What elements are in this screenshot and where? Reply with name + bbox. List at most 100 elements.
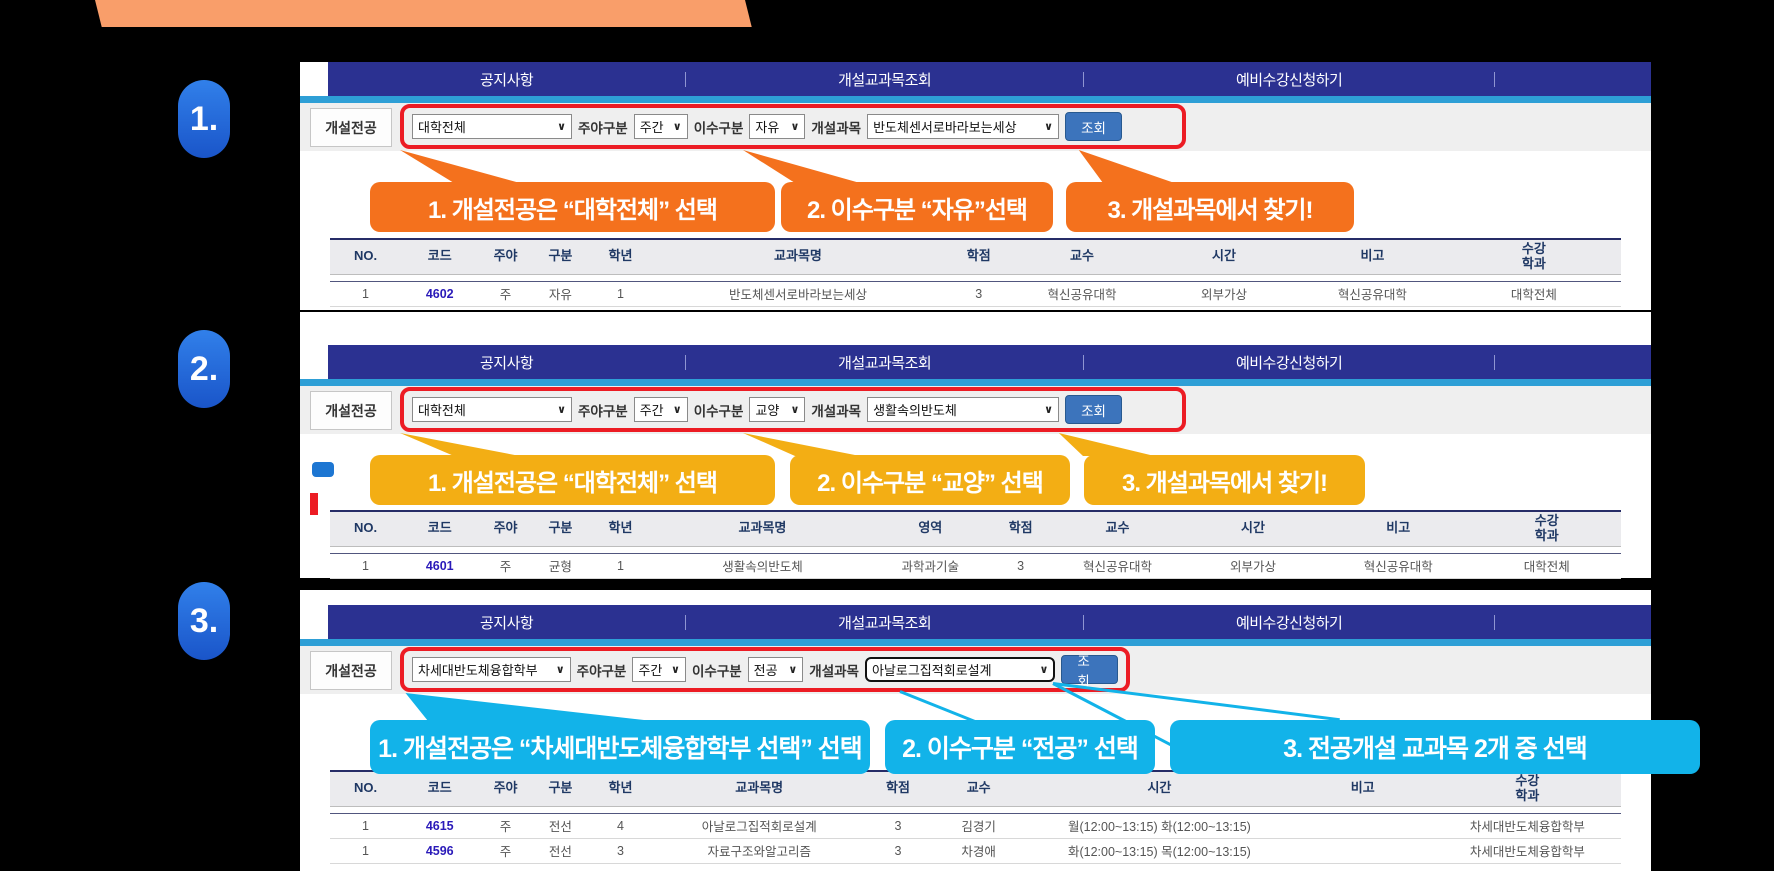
step-badge-3: 3. bbox=[178, 582, 230, 660]
col-header: 코드 bbox=[401, 771, 478, 806]
table-cell: 자유 bbox=[533, 281, 589, 306]
daynight-label: 주야구분 bbox=[577, 660, 627, 680]
callout-tail bbox=[1050, 433, 1160, 456]
filter-bar: 개설전공 차세대반도체융합학부∨ 주야구분 주간∨ 이수구분 전공∨ 개설과목 … bbox=[300, 646, 1651, 694]
table-cell: 대학전체 bbox=[1447, 281, 1621, 306]
col-header: NO. bbox=[330, 239, 401, 274]
tab-open-courses[interactable]: 개설교과목조회 bbox=[686, 352, 1083, 373]
chevron-down-icon: ∨ bbox=[673, 403, 682, 416]
subject-label: 개설과목 bbox=[811, 117, 861, 137]
col-header: 비고 bbox=[1324, 511, 1472, 546]
table-cell: 혁신공유대학 bbox=[1324, 553, 1472, 578]
search-button[interactable]: 조회 bbox=[1065, 395, 1122, 424]
results-table: NO. 코드 주야 구분 학년 교과목명 영역 학점 교수 시간 비고 수강 학… bbox=[330, 510, 1621, 579]
table-cell: 반도체센서로바라보는세상 bbox=[653, 281, 943, 306]
callout-2: 2. 이수구분 “전공” 선택 bbox=[885, 720, 1155, 774]
table-cell: 주 bbox=[478, 281, 532, 306]
major-filter-label: 개설전공 bbox=[310, 651, 392, 690]
daynight-select[interactable]: 주간∨ bbox=[632, 657, 686, 682]
table-cell: 혁신공유대학 bbox=[1014, 281, 1150, 306]
callout-1: 1. 개설전공은 “차세대반도체융합학부 선택” 선택 bbox=[370, 720, 870, 774]
table-cell: 김경기 bbox=[930, 813, 1027, 838]
tab-notice[interactable]: 공지사항 bbox=[328, 612, 685, 633]
search-button[interactable]: 조회 bbox=[1061, 655, 1118, 684]
callout-1: 1. 개설전공은 “대학전체” 선택 bbox=[370, 455, 775, 505]
daynight-select[interactable]: 주간∨ bbox=[634, 114, 688, 139]
table-cell: 3 bbox=[943, 281, 1014, 306]
nav-tab-bar: 공지사항 개설교과목조회 예비수강신청하기 bbox=[328, 605, 1651, 639]
completion-select[interactable]: 자유∨ bbox=[749, 114, 805, 139]
col-header: 주야 bbox=[478, 771, 532, 806]
subject-select[interactable]: 생활속의반도체∨ bbox=[867, 397, 1059, 422]
col-header: NO. bbox=[330, 771, 401, 806]
callout-tail bbox=[403, 693, 653, 721]
spacer-row bbox=[330, 274, 1621, 281]
callout-2: 2. 이수구분 “교양” 선택 bbox=[790, 455, 1070, 505]
col-header: 구분 bbox=[533, 771, 589, 806]
col-header: 학점 bbox=[988, 511, 1053, 546]
header-underline bbox=[300, 96, 1651, 103]
col-header: 주야 bbox=[478, 511, 532, 546]
table-cell bbox=[1292, 813, 1434, 838]
col-header: 수강 학과 bbox=[1447, 239, 1621, 274]
filter-highlight-box: 대학전체∨ 주야구분 주간∨ 이수구분 교양∨ 개설과목 생활속의반도체∨ 조회 bbox=[400, 387, 1186, 432]
table-cell: 자료구조와알고리즘 bbox=[653, 838, 866, 863]
table-cell: 혁신공유대학 bbox=[1053, 553, 1182, 578]
col-header: 교수 bbox=[1053, 511, 1182, 546]
course-code-cell[interactable]: 4602 bbox=[401, 281, 478, 306]
table-cell: 외부가상 bbox=[1150, 281, 1298, 306]
tab-notice[interactable]: 공지사항 bbox=[328, 352, 685, 373]
completion-select[interactable]: 교양∨ bbox=[749, 397, 805, 422]
tab-open-courses[interactable]: 개설교과목조회 bbox=[686, 69, 1083, 90]
search-button[interactable]: 조회 bbox=[1065, 112, 1122, 141]
subject-select[interactable]: 반도체센서로바라보는세상∨ bbox=[867, 114, 1059, 139]
col-header: 비고 bbox=[1298, 239, 1446, 274]
spacer-row bbox=[330, 546, 1621, 553]
col-header: 학년 bbox=[588, 771, 653, 806]
chevron-down-icon: ∨ bbox=[673, 120, 682, 133]
tab-separator bbox=[1494, 355, 1495, 370]
table-cell: 주 bbox=[478, 838, 532, 863]
daynight-select[interactable]: 주간∨ bbox=[634, 397, 688, 422]
chevron-down-icon: ∨ bbox=[671, 663, 680, 676]
table-row: 14615주전선4아날로그집적회로설계3김경기월(12:00~13:15) 화(… bbox=[330, 813, 1621, 838]
major-select[interactable]: 대학전체∨ bbox=[412, 114, 572, 139]
table-cell: 아날로그집적회로설계 bbox=[653, 813, 866, 838]
course-code-cell[interactable]: 4601 bbox=[401, 553, 478, 578]
chevron-down-icon: ∨ bbox=[1039, 663, 1048, 676]
tab-preregister[interactable]: 예비수강신청하기 bbox=[1084, 69, 1494, 90]
tab-preregister[interactable]: 예비수강신청하기 bbox=[1084, 612, 1494, 633]
table-cell: 1 bbox=[588, 553, 653, 578]
col-header: 학점 bbox=[943, 239, 1014, 274]
subject-select[interactable]: 아날로그집적회로설계∨ bbox=[865, 657, 1055, 682]
table-cell: 전선 bbox=[533, 838, 589, 863]
col-header: 수강 학과 bbox=[1472, 511, 1621, 546]
table-cell: 균형 bbox=[533, 553, 589, 578]
table-cell: 1 bbox=[330, 838, 401, 863]
table-cell: 3 bbox=[866, 813, 931, 838]
filter-bar: 개설전공 대학전체∨ 주야구분 주간∨ 이수구분 자유∨ 개설과목 반도체센서로… bbox=[300, 103, 1651, 151]
table-cell: 차경애 bbox=[930, 838, 1027, 863]
col-header: 학점 bbox=[866, 771, 931, 806]
completion-select[interactable]: 전공∨ bbox=[748, 657, 804, 682]
table-cell bbox=[1292, 838, 1434, 863]
col-header: 주야 bbox=[478, 239, 532, 274]
callout-tail bbox=[1070, 150, 1180, 183]
tab-open-courses[interactable]: 개설교과목조회 bbox=[686, 612, 1083, 633]
table-cell: 차세대반도체융합학부 bbox=[1434, 813, 1621, 838]
completion-label: 이수구분 bbox=[692, 660, 742, 680]
step-panel-1: 공지사항 개설교과목조회 예비수강신청하기 개설전공 대학전체∨ 주야구분 주간… bbox=[300, 62, 1651, 310]
nav-tab-bar: 공지사항 개설교과목조회 예비수강신청하기 bbox=[328, 345, 1651, 379]
completion-label: 이수구분 bbox=[694, 400, 744, 420]
chevron-down-icon: ∨ bbox=[788, 663, 797, 676]
major-select[interactable]: 대학전체∨ bbox=[412, 397, 572, 422]
major-filter-label: 개설전공 bbox=[310, 391, 392, 430]
course-code-cell[interactable]: 4615 bbox=[401, 813, 478, 838]
course-code-cell[interactable]: 4596 bbox=[401, 838, 478, 863]
tab-notice[interactable]: 공지사항 bbox=[328, 69, 685, 90]
tab-preregister[interactable]: 예비수강신청하기 bbox=[1084, 352, 1494, 373]
tutorial-slide: 1. 2. 3. 공지사항 개설교과목조회 예비수강신청하기 개설전공 대학전체… bbox=[0, 0, 1774, 871]
major-select[interactable]: 차세대반도체융합학부∨ bbox=[412, 657, 571, 682]
col-header: 비고 bbox=[1292, 771, 1434, 806]
callout-1: 1. 개설전공은 “대학전체” 선택 bbox=[370, 182, 775, 232]
